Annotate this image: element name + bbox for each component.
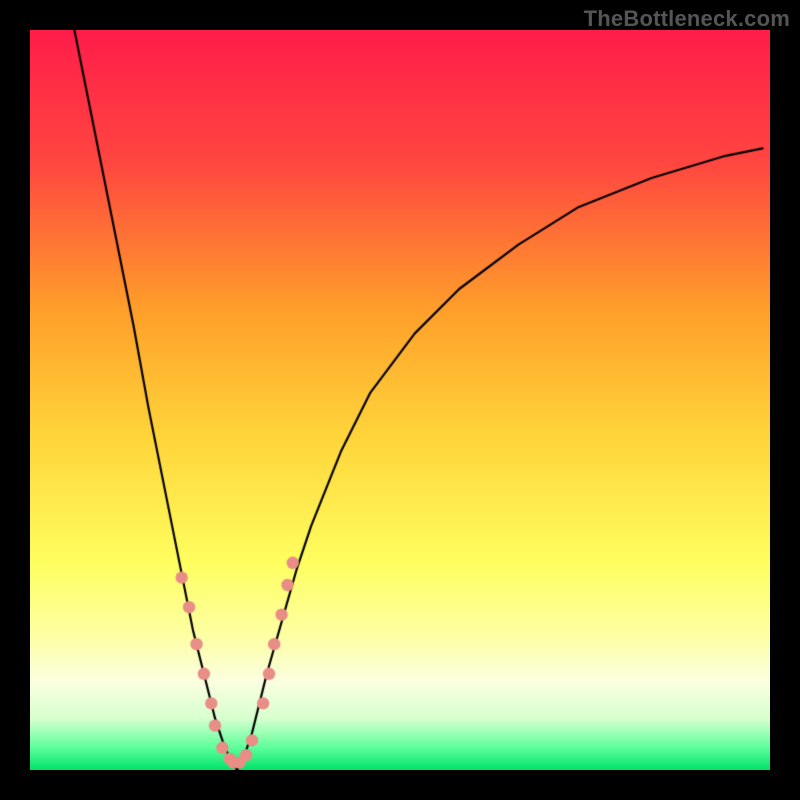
watermark-label: TheBottleneck.com <box>584 6 790 32</box>
curve-layer <box>30 30 770 770</box>
chart-frame: TheBottleneck.com <box>0 0 800 800</box>
plot-area <box>30 30 770 770</box>
